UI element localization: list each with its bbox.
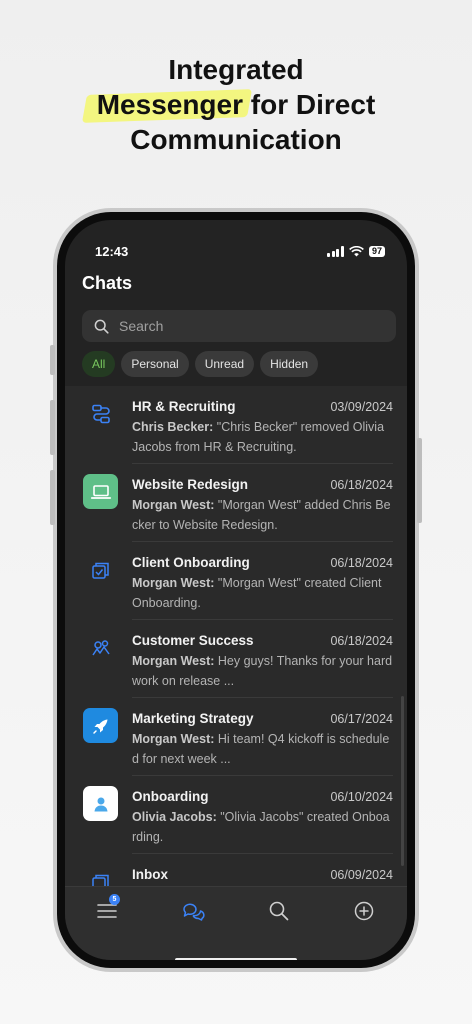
laptop-icon <box>90 484 111 499</box>
chat-list: HR & Recruiting 03/09/2024 Chris Becker:… <box>65 386 407 886</box>
chat-sender: Morgan West: <box>132 576 215 590</box>
chat-date: 06/17/2024 <box>330 712 393 726</box>
chat-name: Client Onboarding <box>132 555 250 570</box>
search-icon <box>94 319 109 334</box>
chat-preview: Morgan West: Hey guys! Thanks for your h… <box>132 652 393 691</box>
chat-sender: Olivia Jacobs: <box>132 810 217 824</box>
add-icon <box>354 901 374 921</box>
team-icon <box>91 639 110 655</box>
status-time: 12:43 <box>95 243 129 259</box>
chat-name: HR & Recruiting <box>132 399 236 414</box>
stacked-cards-icon <box>91 874 109 886</box>
headline-line-2-rest: for Direct <box>250 89 376 120</box>
mute-switch <box>50 345 55 375</box>
chat-date: 06/18/2024 <box>330 556 393 570</box>
headline-line-1: Integrated <box>168 54 304 85</box>
bottom-tab-bar: 5 <box>65 886 407 960</box>
chat-sender: Morgan West: <box>132 654 215 668</box>
chat-sender: Morgan West: <box>132 732 215 746</box>
chat-avatar <box>83 708 118 743</box>
chat-date: 06/09/2024 <box>330 868 393 882</box>
chat-name: Inbox <box>132 867 168 882</box>
tab-search[interactable] <box>267 899 291 923</box>
app-screen: 12:43 97 Chats Search All Personal Unrea… <box>65 220 407 960</box>
chat-avatar <box>83 396 118 431</box>
tab-chats[interactable] <box>181 899 205 923</box>
person-icon <box>94 797 107 811</box>
headline-highlight: Messenger <box>96 89 244 120</box>
filter-all[interactable]: All <box>82 351 116 377</box>
filter-chips: All Personal Unread Hidden <box>82 351 319 377</box>
chat-sender: Chris Becker: <box>132 420 214 434</box>
chat-preview: Olivia Jacobs: "Olivia Jacobs" created O… <box>132 808 393 847</box>
chat-row-onboarding[interactable]: Onboarding 06/10/2024 Olivia Jacobs: "Ol… <box>65 776 407 854</box>
chat-row-hr-recruiting[interactable]: HR & Recruiting 03/09/2024 Chris Becker:… <box>65 386 407 464</box>
chat-avatar <box>83 552 118 587</box>
marketing-headline: Integrated Messenger for Direct Communic… <box>0 52 472 157</box>
chats-icon <box>183 903 205 921</box>
phone-bezel: 12:43 97 Chats Search All Personal Unrea… <box>57 212 415 968</box>
headline-line-2: Messenger for Direct <box>0 87 472 122</box>
search-input[interactable] <box>119 318 379 334</box>
volume-down-button <box>50 470 55 525</box>
power-button <box>417 438 422 523</box>
chat-avatar <box>83 474 118 509</box>
status-icons: 97 <box>327 245 385 257</box>
cellular-signal-icon <box>327 245 344 257</box>
chat-date: 03/09/2024 <box>330 400 393 414</box>
tab-menu[interactable]: 5 <box>96 894 120 923</box>
chat-row-customer-success[interactable]: Customer Success 06/18/2024 Morgan West:… <box>65 620 407 698</box>
chat-row-marketing-strategy[interactable]: Marketing Strategy 06/17/2024 Morgan Wes… <box>65 698 407 776</box>
chat-preview: Morgan West: "Morgan West" added Chris B… <box>132 496 393 535</box>
chat-row-website-redesign[interactable]: Website Redesign 06/18/2024 Morgan West:… <box>65 464 407 542</box>
search-bar[interactable] <box>82 310 396 342</box>
rocket-icon <box>92 719 107 734</box>
filter-personal[interactable]: Personal <box>121 351 189 377</box>
stacked-cards-icon <box>91 562 109 579</box>
chat-name: Website Redesign <box>132 477 249 492</box>
battery-indicator: 97 <box>368 245 385 257</box>
chat-avatar <box>83 786 118 821</box>
chat-row-client-onboarding[interactable]: Client Onboarding 06/18/2024 Morgan West… <box>65 542 407 620</box>
wifi-icon <box>349 245 364 256</box>
chat-preview: Morgan West: "Morgan West" created Clien… <box>132 574 393 613</box>
filter-hidden[interactable]: Hidden <box>260 351 319 377</box>
chat-name: Marketing Strategy <box>132 711 254 726</box>
tab-add[interactable] <box>352 899 376 923</box>
page-title: Chats <box>82 273 133 293</box>
chat-sender: Morgan West: <box>132 498 215 512</box>
scrollbar-thumb[interactable] <box>401 696 404 866</box>
chat-name: Customer Success <box>132 633 254 648</box>
chat-preview: Morgan West: Hi team! Q4 kickoff is sche… <box>132 730 393 769</box>
status-bar: 12:43 97 <box>65 240 407 262</box>
notification-badge: 5 <box>109 894 120 905</box>
chat-name: Onboarding <box>132 789 209 804</box>
chat-date: 06/18/2024 <box>330 478 393 492</box>
chat-row-inbox[interactable]: Inbox 06/09/2024 <box>65 854 407 886</box>
phone-frame: 12:43 97 Chats Search All Personal Unrea… <box>50 208 422 972</box>
headline-line-3: Communication <box>130 124 342 155</box>
chat-avatar <box>83 630 118 665</box>
filter-unread[interactable]: Unread <box>194 351 255 377</box>
search-icon <box>269 901 289 921</box>
chat-date: 06/18/2024 <box>330 634 393 648</box>
chat-date: 06/10/2024 <box>330 790 393 804</box>
chat-preview: Chris Becker: "Chris Becker" removed Oli… <box>132 418 393 457</box>
home-indicator[interactable] <box>175 958 297 960</box>
volume-up-button <box>50 400 55 455</box>
chat-avatar <box>83 864 118 886</box>
workflow-icon <box>91 404 110 423</box>
